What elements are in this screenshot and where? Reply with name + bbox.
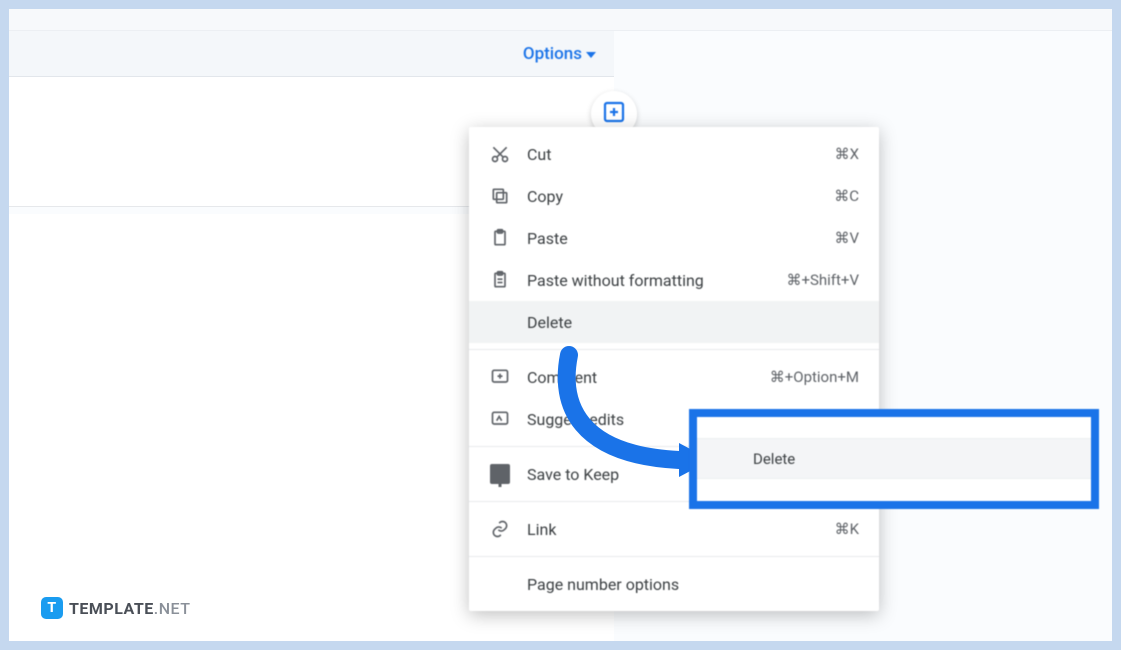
callout-delete-label: Delete bbox=[753, 450, 795, 468]
copy-icon bbox=[489, 185, 511, 207]
context-menu: Cut ⌘X Copy ⌘C Paste ⌘V bbox=[469, 127, 879, 611]
menu-shortcut: ⌘V bbox=[834, 229, 859, 247]
menu-shortcut: ⌘+Option+M bbox=[770, 368, 859, 386]
options-dropdown[interactable]: Options bbox=[523, 44, 596, 64]
options-toolbar: Options bbox=[9, 31, 614, 77]
menu-item-link[interactable]: Link ⌘K bbox=[469, 508, 879, 550]
menu-label: Delete bbox=[527, 313, 859, 332]
paste-icon bbox=[489, 227, 511, 249]
paste-plain-icon bbox=[489, 269, 511, 291]
options-label: Options bbox=[523, 44, 582, 64]
menu-label: Page number options bbox=[527, 575, 859, 594]
menu-label: Paste without formatting bbox=[527, 271, 786, 290]
menu-item-delete[interactable]: Delete bbox=[469, 301, 879, 343]
callout-row-delete: Delete bbox=[697, 439, 1091, 479]
menu-shortcut: ⌘X bbox=[835, 145, 859, 163]
menu-item-cut[interactable]: Cut ⌘X bbox=[469, 133, 879, 175]
comment-icon bbox=[489, 366, 511, 388]
keep-icon bbox=[489, 463, 511, 485]
menu-separator bbox=[469, 556, 879, 557]
menu-item-paste[interactable]: Paste ⌘V bbox=[469, 217, 879, 259]
menu-label: Paste bbox=[527, 229, 834, 248]
menu-shortcut: ⌘C bbox=[834, 187, 859, 205]
menu-label: Comment bbox=[527, 368, 770, 387]
menu-label: Copy bbox=[527, 187, 834, 206]
menu-shortcut: ⌘K bbox=[835, 520, 859, 538]
callout-row-truncated bbox=[697, 417, 1091, 439]
zoom-callout: Delete bbox=[689, 409, 1099, 509]
menu-item-page-number[interactable]: Page number options bbox=[469, 563, 879, 605]
link-icon bbox=[489, 518, 511, 540]
chevron-down-icon bbox=[586, 52, 596, 58]
window-header bbox=[9, 9, 1112, 31]
menu-separator bbox=[469, 349, 879, 350]
logo-text: TEMPLATE.NET bbox=[69, 599, 191, 618]
plus-icon bbox=[602, 100, 626, 128]
menu-item-comment[interactable]: Comment ⌘+Option+M bbox=[469, 356, 879, 398]
menu-item-copy[interactable]: Copy ⌘C bbox=[469, 175, 879, 217]
menu-label: Cut bbox=[527, 145, 835, 164]
menu-item-paste-plain[interactable]: Paste without formatting ⌘+Shift+V bbox=[469, 259, 879, 301]
branding-logo: T TEMPLATE.NET bbox=[41, 597, 191, 619]
suggest-icon bbox=[489, 408, 511, 430]
logo-badge-icon: T bbox=[41, 597, 63, 619]
cut-icon bbox=[489, 143, 511, 165]
menu-label: Link bbox=[527, 520, 835, 539]
menu-shortcut: ⌘+Shift+V bbox=[786, 271, 859, 289]
app-frame: Options Cut ⌘X bbox=[8, 8, 1113, 642]
callout-row-spacer bbox=[697, 479, 1091, 501]
